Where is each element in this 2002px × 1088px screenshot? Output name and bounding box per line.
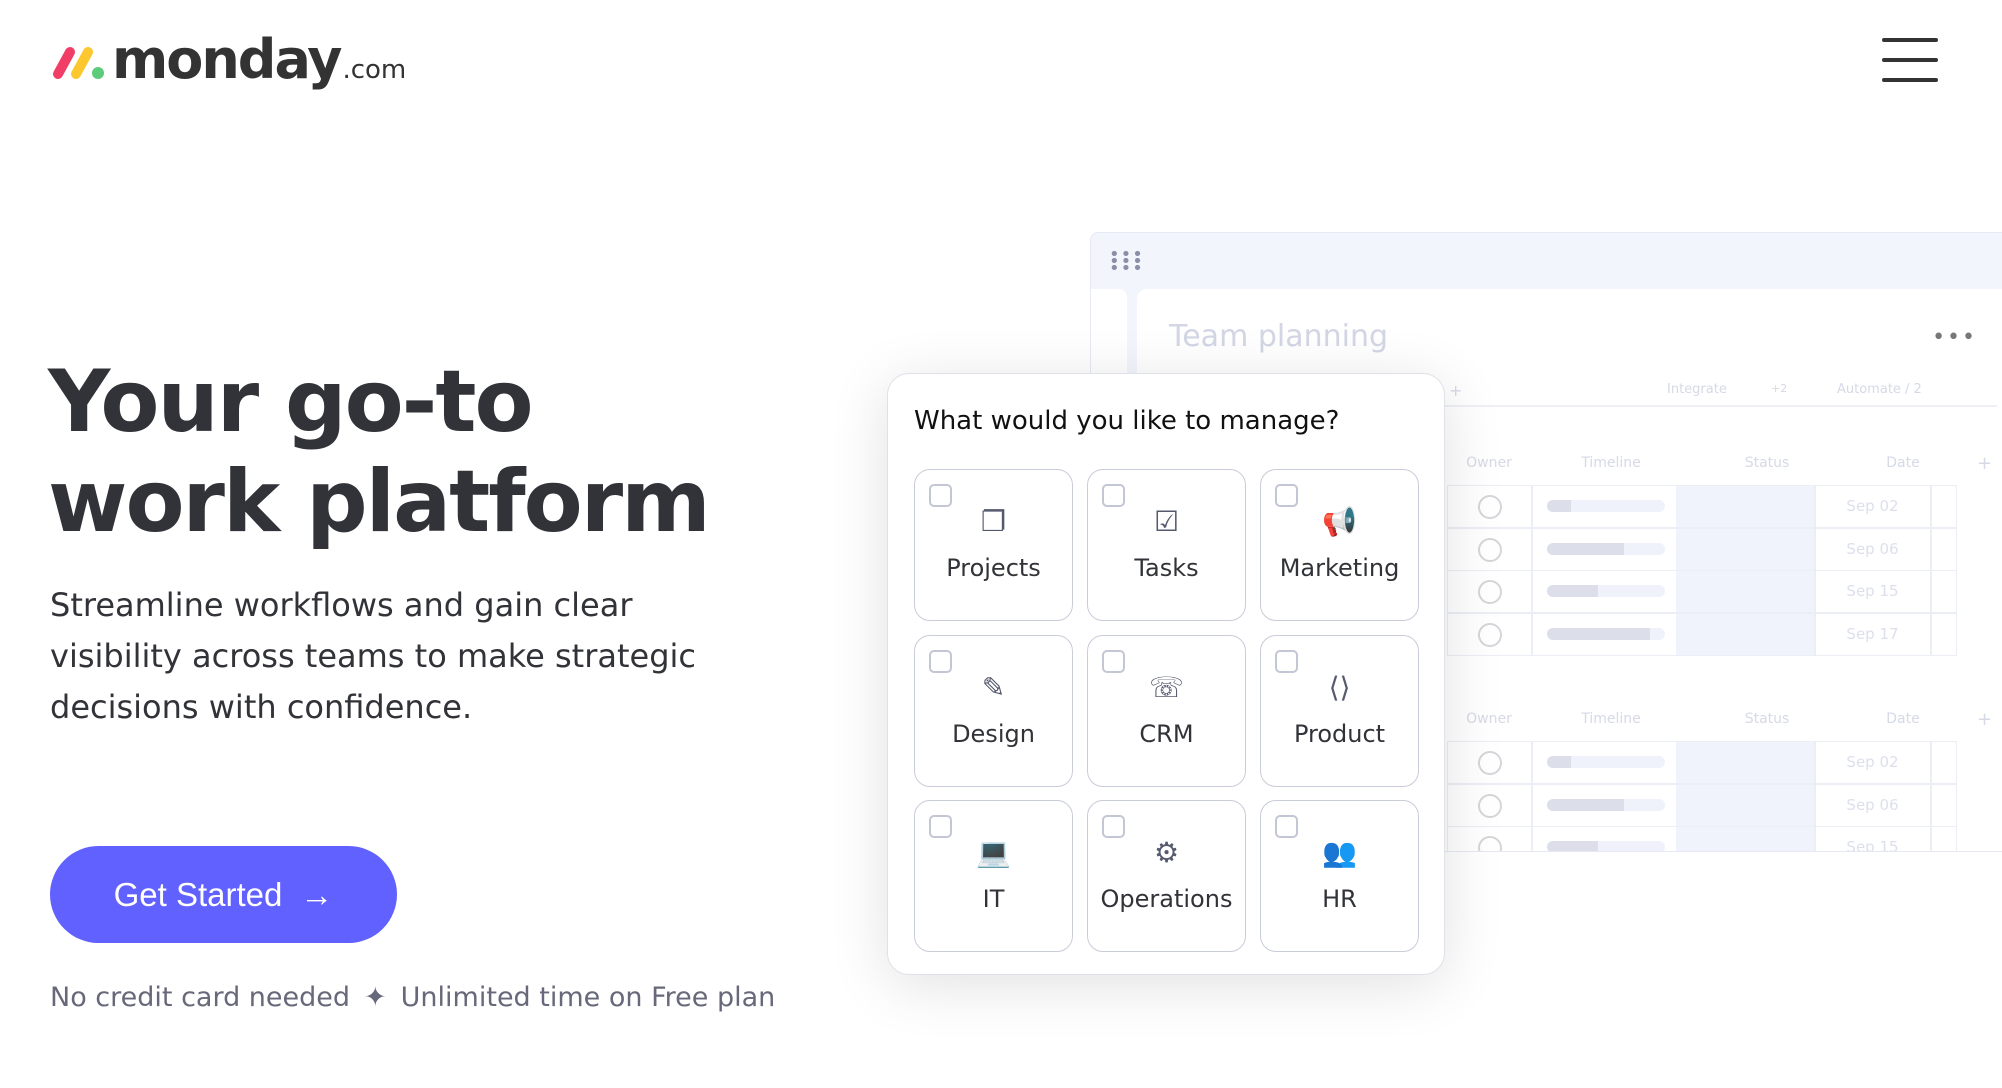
- people-icon: 👥: [1322, 836, 1357, 869]
- column-header: Timeline: [1581, 711, 1641, 727]
- projects-icon: ❐: [980, 505, 1007, 538]
- hero-headline: Your go-to work platform: [48, 352, 711, 552]
- option-label: CRM: [1139, 720, 1194, 748]
- timeline-bar: [1547, 627, 1665, 640]
- more-options-icon: •••: [1932, 325, 1977, 350]
- add-column-button: +: [1977, 453, 1993, 474]
- avatar-icon: [1478, 537, 1502, 562]
- date-cell: Sep 17: [1846, 624, 1899, 643]
- integrate-more: +2: [1771, 382, 1788, 395]
- note-free-plan: Unlimited time on Free plan: [400, 982, 776, 1013]
- avatar-icon: [1478, 793, 1502, 818]
- timeline-bar: [1547, 841, 1665, 851]
- date-cell: Sep 02: [1846, 497, 1899, 515]
- option-label: Marketing: [1279, 554, 1400, 582]
- option-projects[interactable]: ❐ Projects: [914, 469, 1073, 621]
- logo-mark-icon: [53, 47, 104, 79]
- date-cell: Sep 06: [1846, 795, 1899, 814]
- avatar-icon: [1478, 622, 1502, 647]
- headline-line: work platform: [48, 452, 711, 552]
- date-cell: Sep 02: [1846, 753, 1899, 771]
- table-row: Sep 06: [1447, 783, 1957, 827]
- status-cell: [1676, 528, 1815, 570]
- table-row: Sep 06: [1447, 527, 1957, 571]
- option-product[interactable]: ⟨⟩ Product: [1260, 635, 1419, 787]
- option-label: HR: [1322, 885, 1357, 913]
- option-it[interactable]: 💻 IT: [914, 800, 1073, 952]
- avatar-icon: [1478, 580, 1502, 604]
- headline-line: Your go-to: [48, 352, 534, 452]
- monday-logo[interactable]: monday .com: [50, 26, 406, 90]
- avatar-icon: [1478, 751, 1502, 775]
- status-cell: [1676, 742, 1815, 783]
- date-cell: Sep 15: [1846, 582, 1899, 600]
- get-started-label: Get Started: [113, 875, 283, 913]
- laptop-icon: 💻: [976, 836, 1011, 869]
- hero-subtitle: Streamline workflows and gain clear visi…: [50, 586, 696, 726]
- manage-picker-dialog: What would you like to manage? ❐ Project…: [887, 373, 1445, 975]
- timeline-bar: [1547, 500, 1665, 512]
- option-label: IT: [982, 885, 1005, 913]
- timeline-bar: [1547, 585, 1665, 597]
- status-cell: [1676, 827, 1815, 851]
- status-cell: [1676, 613, 1815, 655]
- add-column-button: +: [1977, 709, 1993, 730]
- option-label: Tasks: [1134, 554, 1199, 582]
- column-header: Timeline: [1581, 455, 1641, 471]
- column-header: Owner: [1466, 711, 1512, 727]
- option-tasks[interactable]: ☑ Tasks: [1087, 469, 1246, 621]
- column-header: Status: [1744, 711, 1790, 727]
- dialog-question: What would you like to manage?: [914, 406, 1340, 436]
- option-crm[interactable]: ☏ CRM: [1087, 635, 1246, 787]
- design-icon: ✎: [981, 671, 1006, 704]
- option-operations[interactable]: ⚙ Operations: [1087, 800, 1246, 952]
- column-header: Status: [1744, 455, 1790, 471]
- arrow-right-icon: →: [300, 875, 334, 913]
- table-row: Sep 17: [1447, 612, 1957, 656]
- timeline-bar: [1547, 756, 1665, 768]
- option-design[interactable]: ✎ Design: [914, 635, 1073, 787]
- option-label: Operations: [1100, 885, 1233, 913]
- timeline-bar: [1547, 542, 1665, 555]
- option-label: Product: [1293, 720, 1386, 748]
- date-cell: Sep 15: [1846, 838, 1899, 852]
- status-cell: [1676, 784, 1815, 826]
- board-title: Team planning: [1169, 319, 1389, 354]
- option-label: Projects: [946, 554, 1041, 582]
- avatar-icon: [1478, 836, 1502, 851]
- board-topbar: ••• ••• •••: [1091, 233, 2002, 289]
- table-row: Sep 02: [1447, 741, 1957, 784]
- date-cell: Sep 06: [1846, 539, 1899, 558]
- gear-icon: ⚙: [1153, 836, 1180, 869]
- column-header: Owner: [1466, 455, 1512, 471]
- logo-word: monday: [112, 28, 342, 91]
- status-cell: [1676, 486, 1815, 527]
- megaphone-icon: 📢: [1322, 505, 1357, 538]
- option-hr[interactable]: 👥 HR: [1260, 800, 1419, 952]
- hamburger-icon[interactable]: [1882, 38, 1938, 82]
- automate-label: Automate / 2: [1837, 382, 1922, 397]
- option-marketing[interactable]: 📢 Marketing: [1260, 469, 1419, 621]
- table-row: Sep 15: [1447, 570, 1957, 613]
- table-row: Sep 02: [1447, 485, 1957, 528]
- table-row: Sep 15: [1447, 826, 1957, 852]
- sparkle-icon: ✦: [364, 982, 387, 1013]
- logo-suffix: .com: [342, 55, 407, 85]
- column-header: Date: [1886, 711, 1920, 727]
- add-tab-button: +: [1449, 381, 1463, 400]
- option-label: Design: [952, 720, 1035, 748]
- apps-grid-icon: ••• ••• •••: [1109, 244, 1144, 279]
- product-icon: ⟨⟩: [1328, 671, 1351, 704]
- avatar-icon: [1478, 495, 1502, 519]
- checklist-icon: ☑: [1153, 505, 1180, 538]
- integrate-label: Integrate: [1667, 382, 1727, 397]
- hero-note: No credit card needed ✦ Unlimited time o…: [50, 982, 775, 1013]
- note-no-credit-card: No credit card needed: [50, 982, 351, 1013]
- get-started-button[interactable]: Get Started →: [50, 846, 397, 943]
- timeline-bar: [1547, 798, 1665, 811]
- status-cell: [1676, 571, 1815, 612]
- column-header: Date: [1886, 455, 1920, 471]
- tab-divider: [1437, 405, 1997, 407]
- crm-icon: ☏: [1148, 671, 1184, 704]
